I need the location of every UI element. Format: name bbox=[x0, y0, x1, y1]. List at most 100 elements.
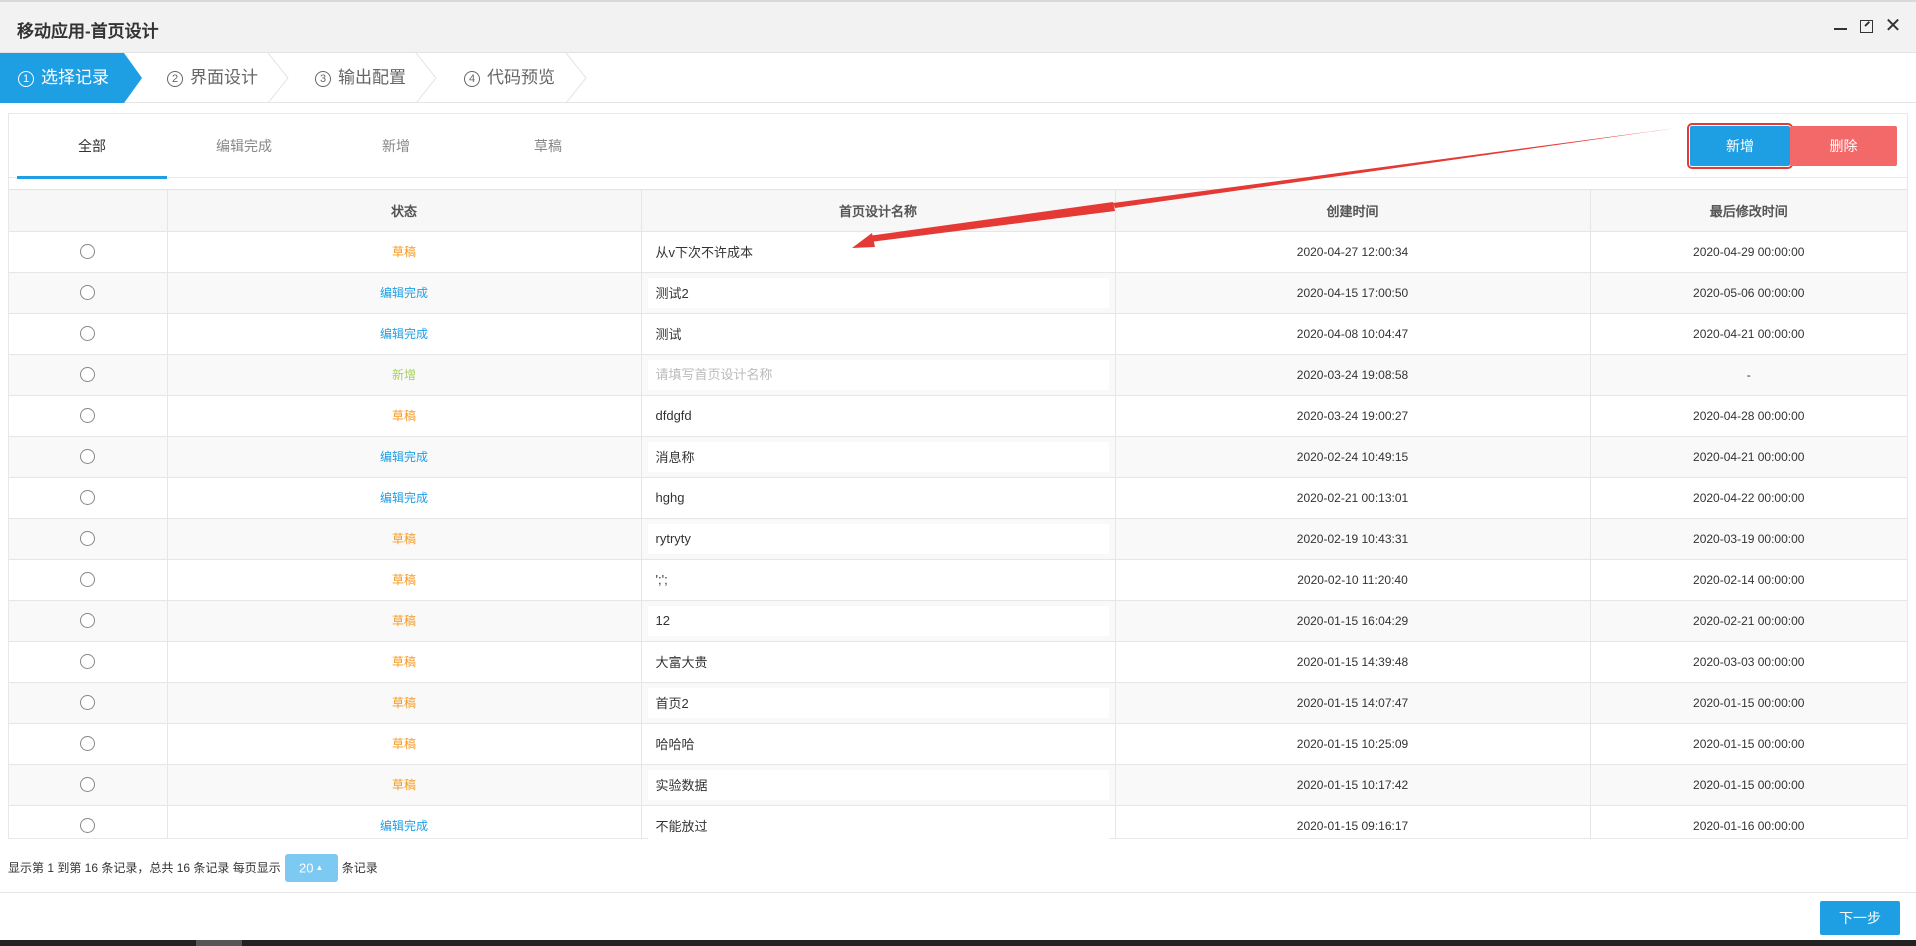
name-input[interactable] bbox=[647, 318, 1109, 349]
step-ui-design[interactable]: 2 界面设计 bbox=[167, 53, 258, 103]
records-panel: 全部 编辑完成 新增 草稿 新增 删除 状态 首页设计名称 创建时间 最后修改时… bbox=[8, 113, 1908, 839]
table-row[interactable]: 编辑完成 2020-02-24 10:49:152020-04-21 00:00:… bbox=[9, 436, 1907, 478]
table-row[interactable]: 编辑完成 2020-01-15 09:16:172020-01-16 00:00:… bbox=[9, 805, 1907, 839]
modified-time-cell: 2020-04-21 00:00:00 bbox=[1590, 436, 1907, 478]
name-input[interactable] bbox=[647, 441, 1109, 472]
status-cell: 草稿 bbox=[167, 723, 642, 765]
maximize-icon[interactable] bbox=[1858, 18, 1876, 36]
status-cell: 编辑完成 bbox=[167, 436, 642, 478]
modified-time-cell: 2020-01-15 00:00:00 bbox=[1590, 682, 1907, 724]
caret-up-icon: ▲ bbox=[315, 863, 324, 873]
row-radio[interactable] bbox=[80, 777, 96, 793]
row-select-cell bbox=[9, 395, 168, 437]
status-cell: 草稿 bbox=[167, 231, 642, 273]
row-select-cell bbox=[9, 641, 168, 683]
name-input[interactable] bbox=[647, 728, 1109, 759]
status-badge: 草稿 bbox=[391, 245, 416, 259]
name-input[interactable] bbox=[647, 277, 1109, 308]
row-select-cell bbox=[9, 272, 168, 314]
minimize-icon[interactable] bbox=[1832, 18, 1850, 36]
step-select-record[interactable]: 1 选择记录 bbox=[0, 53, 142, 103]
row-select-cell bbox=[9, 313, 168, 355]
table-row[interactable]: 草稿 2020-02-10 11:20:402020-02-14 00:00:00 bbox=[9, 559, 1907, 601]
row-select-cell bbox=[9, 600, 168, 642]
row-radio[interactable] bbox=[80, 736, 96, 752]
name-input[interactable] bbox=[647, 769, 1109, 800]
table-row[interactable]: 编辑完成 2020-04-15 17:00:502020-05-06 00:00:… bbox=[9, 272, 1907, 314]
name-cell bbox=[641, 805, 1116, 839]
table-row[interactable]: 草稿 2020-01-15 10:25:092020-01-15 00:00:00 bbox=[9, 723, 1907, 765]
add-button[interactable]: 新增 bbox=[1687, 123, 1793, 169]
created-time-cell: 2020-01-15 16:04:29 bbox=[1115, 600, 1591, 642]
status-badge: 草稿 bbox=[391, 655, 416, 669]
step-wizard: 1 选择记录 2 界面设计 3 输出配置 4 代码预览 bbox=[0, 53, 1916, 103]
name-input[interactable] bbox=[647, 523, 1109, 554]
name-input[interactable] bbox=[647, 482, 1109, 513]
table-row[interactable]: 草稿 2020-03-24 19:00:272020-04-28 00:00:00 bbox=[9, 395, 1907, 437]
table-row[interactable]: 编辑完成 2020-04-08 10:04:472020-04-21 00:00:… bbox=[9, 313, 1907, 355]
row-select-cell bbox=[9, 354, 168, 396]
table-row[interactable]: 编辑完成 2020-02-21 00:13:012020-04-22 00:00:… bbox=[9, 477, 1907, 519]
created-time-cell: 2020-01-15 14:07:47 bbox=[1115, 682, 1591, 724]
row-radio[interactable] bbox=[80, 367, 96, 383]
status-badge: 编辑完成 bbox=[379, 327, 428, 341]
row-radio[interactable] bbox=[80, 818, 96, 834]
close-icon[interactable]: ✕ bbox=[1884, 16, 1902, 36]
table-row[interactable]: 草稿 2020-01-15 14:07:472020-01-15 00:00:00 bbox=[9, 682, 1907, 724]
name-input[interactable] bbox=[647, 810, 1109, 839]
table-row[interactable]: 草稿 2020-02-19 10:43:312020-03-19 00:00:00 bbox=[9, 518, 1907, 560]
tab-new[interactable]: 新增 bbox=[321, 114, 471, 178]
name-input[interactable] bbox=[647, 646, 1109, 677]
row-radio[interactable] bbox=[80, 285, 96, 301]
name-input[interactable] bbox=[647, 564, 1109, 595]
row-radio[interactable] bbox=[80, 244, 96, 260]
pagination: 显示第 1 到第 16 条记录，总共 16 条记录 每页显示 20 ▲ 条记录 bbox=[8, 853, 378, 882]
row-radio[interactable] bbox=[80, 531, 96, 547]
status-cell: 编辑完成 bbox=[167, 313, 642, 355]
row-radio[interactable] bbox=[80, 695, 96, 711]
row-radio[interactable] bbox=[80, 613, 96, 629]
page-size-select[interactable]: 20 ▲ bbox=[284, 853, 338, 882]
name-input[interactable] bbox=[647, 605, 1109, 636]
name-input[interactable] bbox=[647, 359, 1109, 390]
status-cell: 草稿 bbox=[167, 518, 642, 560]
row-radio[interactable] bbox=[80, 572, 96, 588]
name-cell bbox=[641, 764, 1116, 806]
name-cell bbox=[641, 354, 1116, 396]
delete-button[interactable]: 删除 bbox=[1790, 126, 1897, 166]
table-row[interactable]: 草稿 2020-01-15 10:17:422020-01-15 00:00:00 bbox=[9, 764, 1907, 806]
name-cell bbox=[641, 477, 1116, 519]
row-radio[interactable] bbox=[80, 408, 96, 424]
row-select-cell bbox=[9, 805, 168, 839]
name-cell bbox=[641, 313, 1116, 355]
row-radio[interactable] bbox=[80, 490, 96, 506]
table-row[interactable]: 草稿 2020-04-27 12:00:342020-04-29 00:00:00 bbox=[9, 231, 1907, 273]
name-input[interactable] bbox=[647, 687, 1109, 718]
step-output-config[interactable]: 3 输出配置 bbox=[315, 53, 406, 103]
tab-draft[interactable]: 草稿 bbox=[473, 114, 623, 178]
created-time-cell: 2020-03-24 19:00:27 bbox=[1115, 395, 1591, 437]
step-label: 输出配置 bbox=[338, 68, 406, 87]
tab-all[interactable]: 全部 bbox=[17, 114, 167, 179]
row-radio[interactable] bbox=[80, 654, 96, 670]
tab-edit-complete[interactable]: 编辑完成 bbox=[169, 114, 319, 178]
window-titlebar: 移动应用-首页设计 ✕ bbox=[0, 0, 1916, 53]
name-cell bbox=[641, 559, 1116, 601]
name-input[interactable] bbox=[647, 400, 1109, 431]
status-badge: 草稿 bbox=[391, 573, 416, 587]
next-step-button[interactable]: 下一步 bbox=[1820, 901, 1900, 935]
table-row[interactable]: 草稿 2020-01-15 16:04:292020-02-21 00:00:00 bbox=[9, 600, 1907, 642]
step-label: 代码预览 bbox=[487, 68, 555, 87]
row-radio[interactable] bbox=[80, 326, 96, 342]
step-label: 界面设计 bbox=[190, 68, 258, 87]
modified-time-cell: 2020-04-29 00:00:00 bbox=[1590, 231, 1907, 273]
pagination-suffix: 条记录 bbox=[341, 860, 378, 875]
name-input[interactable] bbox=[647, 236, 1109, 267]
name-cell bbox=[641, 436, 1116, 478]
step-code-preview[interactable]: 4 代码预览 bbox=[464, 53, 555, 103]
table-row[interactable]: 草稿 2020-01-15 14:39:482020-03-03 00:00:00 bbox=[9, 641, 1907, 683]
table-row[interactable]: 新增 2020-03-24 19:08:58- bbox=[9, 354, 1907, 396]
row-select-cell bbox=[9, 231, 168, 273]
footer-divider bbox=[0, 892, 1916, 893]
row-radio[interactable] bbox=[80, 449, 96, 465]
